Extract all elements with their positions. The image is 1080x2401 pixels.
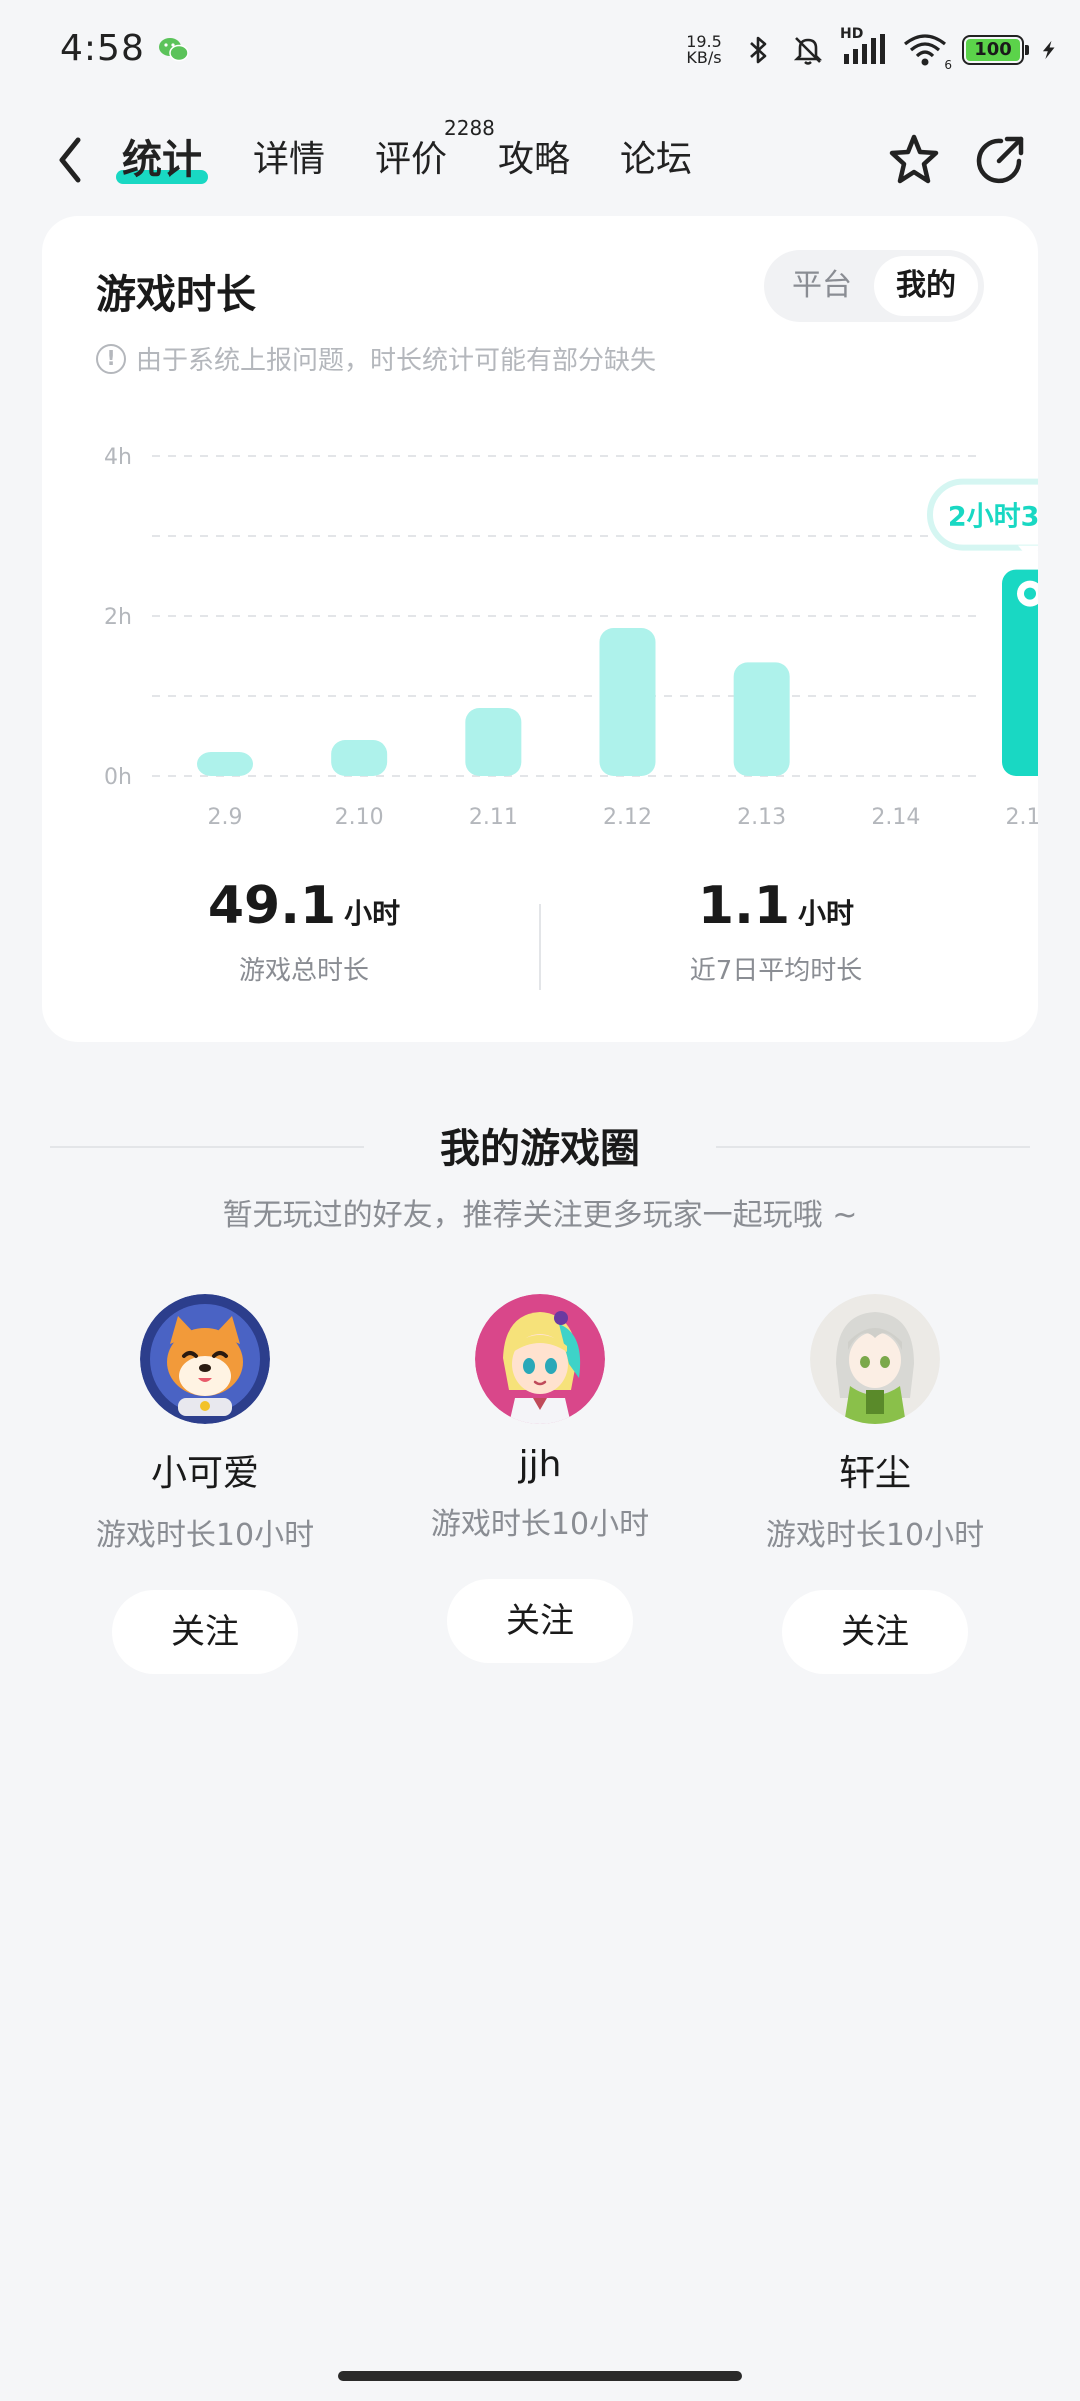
review-count-badge: 2288 [444, 116, 495, 140]
avatar[interactable] [810, 1294, 940, 1424]
friend-play-time: 游戏时长10小时 [765, 1518, 985, 1553]
average-time-value: 1.1 [697, 876, 791, 936]
share-icon [976, 136, 1024, 184]
signal-icon [844, 34, 885, 64]
wechat-icon [159, 38, 189, 62]
tab-guides[interactable]: 攻略 [498, 132, 570, 188]
friend-name: jjh [518, 1444, 562, 1485]
average-time-label: 近7日平均时长 [689, 956, 863, 986]
wifi-indicator: 6 [902, 32, 952, 72]
y-tick-label: 0h [104, 765, 132, 790]
shiba-avatar-icon [140, 1294, 270, 1424]
game-circle-subtitle: 暂无玩过的好友，推荐关注更多玩家一起玩哦 ~ [222, 1198, 858, 1233]
x-tick-label: 2.13 [737, 805, 786, 830]
data-notice: ! 由于系统上报问题，时长统计可能有部分缺失 [96, 340, 656, 377]
chart-bar [197, 752, 253, 776]
friend-card: jjh 游戏时长10小时 关注 [390, 1294, 690, 1663]
charging-icon [1042, 40, 1055, 60]
game-circle-header: 我的游戏圈 [50, 1116, 1030, 1176]
follow-button[interactable]: 关注 [112, 1590, 298, 1674]
source-toggle: 平台 我的 [764, 250, 984, 322]
share-button[interactable] [968, 128, 1032, 192]
x-tick-label: 2.11 [469, 805, 518, 830]
friend-name: 小可爱 [150, 1453, 259, 1494]
follow-button[interactable]: 关注 [782, 1590, 968, 1674]
card-title: 游戏时长 [96, 272, 256, 318]
back-icon [59, 137, 81, 183]
avatar[interactable] [140, 1294, 270, 1424]
signal-indicator: HD [840, 26, 888, 68]
tab-stats[interactable]: 统计 [116, 132, 208, 188]
bluetooth-icon [750, 36, 767, 64]
toggle-platform[interactable]: 平台 [770, 256, 874, 316]
x-tick-label: 2.9 [208, 805, 243, 830]
tooltip-pointer [1018, 545, 1038, 560]
friend-play-time: 游戏时长10小时 [430, 1507, 650, 1542]
avatar[interactable] [475, 1294, 605, 1424]
follow-button[interactable]: 关注 [447, 1579, 633, 1663]
chart-bar [733, 662, 790, 776]
y-tick-label: 2h [104, 605, 132, 630]
status-time: 4:58 [60, 28, 145, 69]
chart-bar [331, 740, 388, 776]
average-time-stat: 1.1 小时 近7日平均时长 [576, 876, 976, 987]
x-tick-label: 2.12 [603, 805, 652, 830]
home-indicator[interactable] [338, 2371, 742, 2381]
wifi-icon [904, 34, 946, 66]
mute-icon [793, 37, 823, 65]
total-time-value: 49.1 [207, 876, 337, 936]
total-time-unit: 小时 [344, 897, 401, 930]
star-icon [889, 134, 939, 184]
net-speed: 19.5 KB/s [686, 32, 722, 67]
chart-bar [599, 628, 656, 776]
toggle-mine[interactable]: 我的 [874, 256, 978, 316]
x-tick-label: 2.14 [871, 805, 920, 830]
favorite-button[interactable] [882, 128, 946, 192]
notice-text: 由于系统上报问题，时长统计可能有部分缺失 [136, 346, 657, 376]
stats-divider [539, 904, 541, 990]
tab-reviews[interactable]: 评价 [375, 132, 447, 188]
back-button[interactable] [48, 130, 92, 190]
highlight-dot-inner [1024, 587, 1036, 600]
total-time-stat: 49.1 小时 游戏总时长 [104, 876, 504, 987]
friend-card: 小可爱 游戏时长10小时 关注 [55, 1294, 355, 1674]
status-bar: 4:58 19.5 KB/s HD 6 100 [0, 0, 1080, 100]
total-time-label: 游戏总时长 [238, 956, 369, 986]
chart-bar [465, 708, 522, 776]
x-tick-label: 2.15 [1006, 805, 1038, 830]
game-circle-title: 我的游戏圈 [440, 1126, 640, 1172]
x-tick-label: 2.10 [335, 805, 384, 830]
tab-details[interactable]: 详情 [253, 132, 325, 188]
info-icon: ! [96, 343, 126, 374]
battery-level: 100 [966, 39, 1020, 61]
tab-forum[interactable]: 论坛 [620, 132, 692, 188]
play-time-card: 游戏时长 平台 我的 ! 由于系统上报问题，时长统计可能有部分缺失 0h 2h 4h… [42, 216, 1038, 1042]
play-time-chart: 0h 2h 4h 2.9 2.10 2.11 2.12 2.13 2.14 2.15 2小时35分钟 [104, 445, 1038, 830]
friend-name: 轩尘 [838, 1453, 911, 1494]
friend-play-time: 游戏时长10小时 [95, 1518, 315, 1553]
anime-girl-avatar-icon [475, 1294, 605, 1424]
y-tick-label: 4h [104, 445, 132, 470]
tooltip-label: 2小时35分钟 [948, 502, 1038, 533]
average-time-unit: 小时 [798, 897, 855, 930]
divider-right [716, 1146, 1030, 1148]
stats-summary: 49.1 小时 游戏总时长 1.1 小时 近7日平均时长 [42, 876, 1038, 996]
battery-icon: 100 [962, 35, 1029, 65]
silver-hair-avatar-icon [810, 1294, 940, 1424]
top-nav: 统计 详情 评价 2288 攻略 论坛 [0, 110, 1080, 210]
friend-card: 轩尘 游戏时长10小时 关注 [725, 1294, 1025, 1674]
